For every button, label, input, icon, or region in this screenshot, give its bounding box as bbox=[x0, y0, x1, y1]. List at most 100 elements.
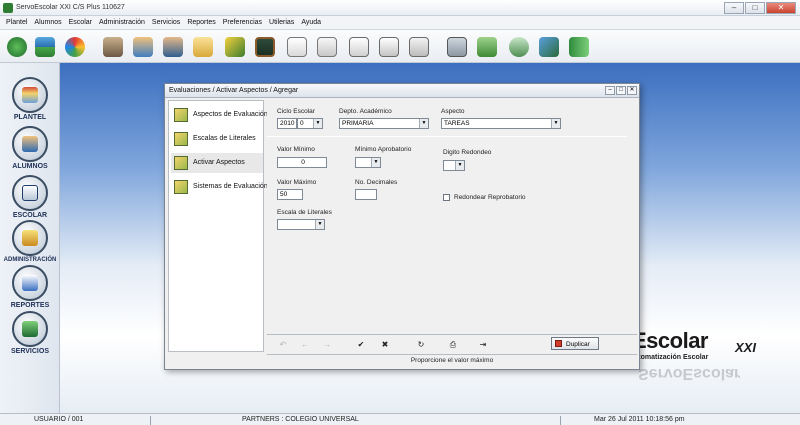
scan-icon[interactable] bbox=[536, 34, 562, 60]
first-record-icon[interactable]: ↶ bbox=[277, 339, 289, 351]
close-button[interactable]: ✕ bbox=[766, 2, 796, 14]
dialog-minimize-button[interactable]: – bbox=[605, 86, 615, 95]
pencil-icon bbox=[174, 108, 188, 122]
menu-ayuda[interactable]: Ayuda bbox=[301, 19, 321, 26]
brand-logo: Escolar bbox=[632, 328, 709, 353]
menu-alumnos[interactable]: Alumnos bbox=[34, 19, 61, 26]
dialog-close-button[interactable]: ✕ bbox=[627, 86, 637, 95]
nav-item-label: Activar Aspectos bbox=[193, 159, 245, 166]
nav-item-label: Aspectos de Evaluación bbox=[193, 111, 268, 118]
ciclo-number-select[interactable]: 0 ▼ bbox=[297, 118, 323, 129]
sidebar-item-label: ALUMNOS bbox=[12, 163, 48, 170]
sidebar-item-escolar[interactable]: ESCOLAR bbox=[2, 175, 58, 223]
menu-plantel[interactable]: Plantel bbox=[6, 19, 27, 26]
pen-user-icon[interactable] bbox=[222, 34, 248, 60]
redondear-checkbox[interactable] bbox=[443, 194, 450, 201]
app-icon bbox=[3, 3, 13, 13]
prev-record-icon[interactable]: ← bbox=[299, 339, 311, 351]
nav-item-sistemas[interactable]: Sistemas de Evaluación bbox=[171, 177, 268, 197]
money-icon[interactable] bbox=[474, 34, 500, 60]
checklist-icon[interactable] bbox=[284, 34, 310, 60]
nav-item-aspectos[interactable]: Aspectos de Evaluación bbox=[171, 105, 268, 125]
sidebar-item-reportes[interactable]: REPORTES bbox=[2, 265, 58, 313]
sidebar-item-administracion[interactable]: ADMINISTRACIÓN bbox=[2, 220, 58, 268]
min-aprob-select[interactable]: ▼ bbox=[355, 157, 381, 168]
menu-reportes[interactable]: Reportes bbox=[187, 19, 215, 26]
teacher-icon[interactable] bbox=[160, 34, 186, 60]
side-panel: PLANTEL ALUMNOS ESCOLAR ADMINISTRACIÓN R… bbox=[0, 63, 60, 413]
evaluaciones-dialog: Evaluaciones / Activar Aspectos / Agrega… bbox=[164, 83, 640, 370]
refresh-icon[interactable]: ↻ bbox=[415, 339, 427, 351]
dialog-titlebar: Evaluaciones / Activar Aspectos / Agrega… bbox=[165, 84, 639, 98]
menu-servicios[interactable]: Servicios bbox=[152, 19, 180, 26]
digito-select[interactable]: ▼ bbox=[443, 160, 465, 171]
divider bbox=[560, 416, 561, 425]
menu-administracion[interactable]: Administración bbox=[99, 19, 145, 26]
print-icon[interactable]: ⎙ bbox=[447, 339, 459, 351]
next-record-icon[interactable]: → bbox=[321, 339, 333, 351]
dialog-controls: – □ ✕ bbox=[605, 86, 637, 95]
exit-door-icon[interactable] bbox=[566, 34, 592, 60]
copy-icon[interactable] bbox=[406, 34, 432, 60]
ciclo-year-field[interactable]: 2010 bbox=[277, 118, 297, 129]
valor-max-field[interactable]: 50 bbox=[277, 189, 303, 200]
aspecto-label: Aspecto bbox=[441, 108, 465, 115]
refresh-icon[interactable] bbox=[4, 34, 30, 60]
nav-item-escalas[interactable]: Escalas de Literales bbox=[171, 129, 263, 149]
plantel-icon bbox=[12, 77, 48, 113]
chevron-down-icon: ▼ bbox=[551, 119, 560, 128]
chevron-down-icon: ▼ bbox=[455, 161, 464, 170]
depto-select[interactable]: PRIMARIA ▼ bbox=[339, 118, 429, 129]
valor-max-label: Valor Máximo bbox=[277, 179, 317, 186]
chevron-down-icon: ▼ bbox=[371, 158, 380, 167]
window-title: ServoEscolar XXI C/S Plus 110627 bbox=[16, 4, 125, 11]
minimize-button[interactable]: – bbox=[724, 2, 744, 14]
brand-reflection: ServoEscolar bbox=[638, 365, 741, 382]
no-decimales-label: No. Decimales bbox=[355, 179, 398, 186]
status-school: PARTNERS : COLEGIO UNIVERSAL bbox=[242, 416, 359, 423]
grades-icon[interactable] bbox=[346, 34, 372, 60]
no-decimales-field[interactable] bbox=[355, 189, 377, 200]
depto-value: PRIMARIA bbox=[342, 120, 374, 127]
sidebar-item-label: PLANTEL bbox=[13, 114, 47, 121]
digito-label: Digito Redondeo bbox=[443, 149, 492, 156]
aspecto-select[interactable]: TAREAS ▼ bbox=[441, 118, 561, 129]
coins-icon[interactable] bbox=[32, 34, 58, 60]
menu-escolar[interactable]: Escolar bbox=[69, 19, 92, 26]
menu-utilerias[interactable]: Utilerias bbox=[269, 19, 294, 26]
status-bar: USUARIO / 001 PARTNERS : COLEGIO UNIVERS… bbox=[0, 413, 800, 425]
document-icon[interactable] bbox=[314, 34, 340, 60]
main-toolbar bbox=[0, 30, 800, 63]
duplicate-label: Duplicar bbox=[566, 341, 590, 348]
blackboard-icon[interactable] bbox=[252, 34, 278, 60]
brand-suffix: XXI bbox=[735, 340, 756, 355]
escolar-icon bbox=[12, 175, 48, 211]
duplicate-button[interactable]: Duplicar bbox=[551, 337, 599, 350]
nav-item-activar[interactable]: Activar Aspectos bbox=[171, 153, 263, 173]
palette-icon[interactable] bbox=[62, 34, 88, 60]
sidebar-item-plantel[interactable]: PLANTEL bbox=[2, 77, 58, 125]
payment-icon[interactable] bbox=[506, 34, 532, 60]
ciclo-label: Ciclo Escolar bbox=[277, 108, 315, 115]
group-icon[interactable] bbox=[130, 34, 156, 60]
dialog-toolbar: ↶ ← → ✔ ✖ ↻ ⎙ ⇥ Duplicar bbox=[267, 334, 637, 352]
users-icon[interactable] bbox=[100, 34, 126, 60]
accept-icon[interactable]: ✔ bbox=[355, 339, 367, 351]
nav-item-label: Escalas de Literales bbox=[193, 135, 256, 142]
exit-icon[interactable]: ⇥ bbox=[477, 339, 489, 351]
cancel-icon[interactable]: ✖ bbox=[379, 339, 391, 351]
dialog-maximize-button[interactable]: □ bbox=[616, 86, 626, 95]
chevron-down-icon: ▼ bbox=[315, 220, 324, 229]
calculator-icon[interactable] bbox=[444, 34, 470, 60]
sidebar-item-servicios[interactable]: SERVICIOS bbox=[2, 311, 58, 359]
escala-select[interactable]: ▼ bbox=[277, 219, 325, 230]
servicios-icon bbox=[12, 311, 48, 347]
maximize-button[interactable]: □ bbox=[745, 2, 765, 14]
valor-min-field[interactable]: 0 bbox=[277, 157, 327, 168]
folder-icon[interactable] bbox=[190, 34, 216, 60]
pages-icon[interactable] bbox=[376, 34, 402, 60]
valor-min-label: Valor Mínimo bbox=[277, 146, 315, 153]
sidebar-item-alumnos[interactable]: ALUMNOS bbox=[2, 126, 58, 174]
menu-preferencias[interactable]: Preferencias bbox=[223, 19, 262, 26]
aspecto-value: TAREAS bbox=[444, 120, 470, 127]
